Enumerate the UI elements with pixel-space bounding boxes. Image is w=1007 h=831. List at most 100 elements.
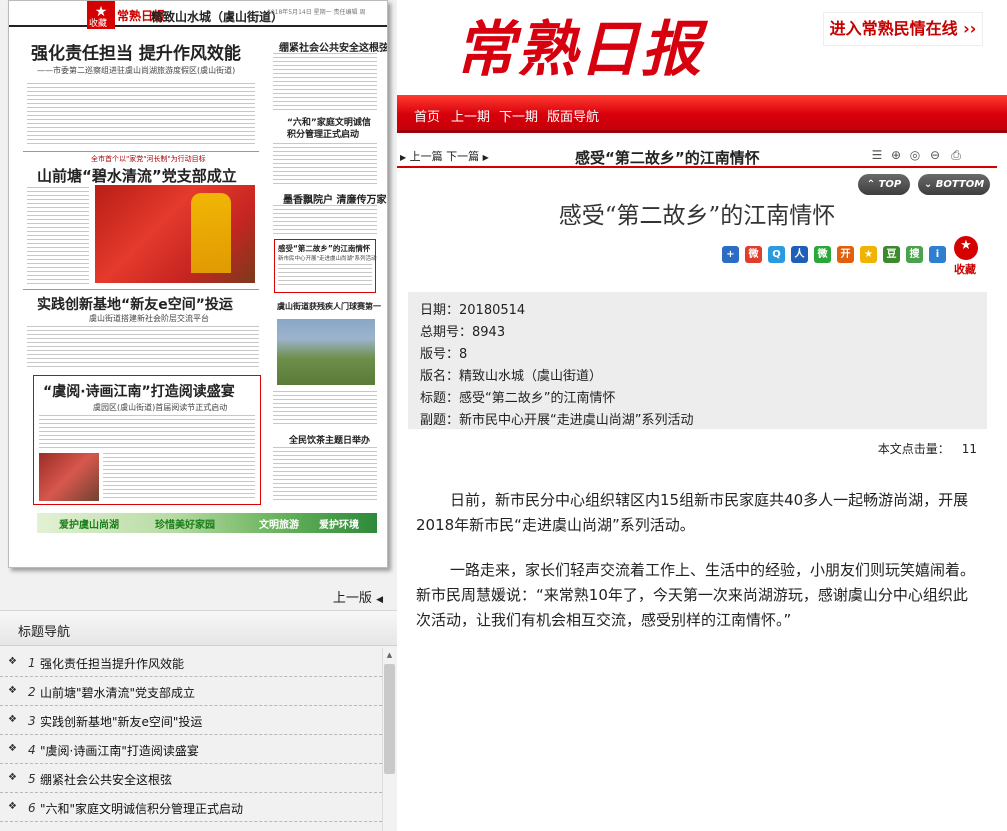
title-nav-item-label[interactable]: "六和"家庭文明诚信积分管理正式启动 — [40, 800, 243, 817]
info-section: 版名：精致山水城（虞山街道） — [420, 365, 602, 384]
page-text-block — [273, 143, 377, 187]
info-total-value: 8943 — [472, 325, 506, 340]
page-photo-small — [39, 453, 99, 501]
title-nav-item-num: 3 — [28, 714, 36, 728]
info-section-label: 版名： — [420, 369, 460, 384]
title-nav-item-num: 4 — [28, 743, 36, 757]
page-sub-3: 虞山街道搭建新社会阶层交流平台 — [89, 314, 209, 323]
left-column: ★ 收藏 常熟日报 精致山水城（虞山街道） 2018年5月14日 星期一 责任编… — [0, 0, 397, 831]
renren-icon[interactable]: 人 — [791, 246, 808, 263]
scroll-up-arrow-icon[interactable]: ▲ — [383, 648, 396, 662]
page-photo-banner — [95, 185, 255, 283]
article-paragraph: 一路走来，家长们轻声交流着工作上、生活中的经验，小朋友们则玩笑嬉闹着。新市民周慧… — [416, 561, 976, 629]
chevron-down-icon: ⌄ — [923, 179, 933, 190]
collect-star-icon[interactable]: ★ — [954, 236, 978, 260]
page-side-headline-4[interactable]: 感受“第二故乡”的江南情怀 — [278, 243, 370, 254]
collect-label[interactable]: 收藏 — [954, 261, 976, 277]
info-date-label: 日期： — [420, 303, 460, 318]
page-text-block — [27, 83, 255, 145]
qzone-icon[interactable]: ★ — [860, 246, 877, 263]
zoom-in-icon[interactable]: ⊕ — [888, 147, 904, 163]
info-title: 标题：感受“第二故乡”的江南情怀 — [420, 387, 616, 406]
article-title: 感受“第二故乡”的江南情怀 — [558, 203, 836, 229]
info-date-value: 20180514 — [459, 303, 526, 318]
title-nav-item[interactable]: ❖ 5 绷紧社会公共安全这根弦 — [0, 764, 382, 793]
prev-edition-label: 上一版 — [332, 591, 372, 606]
nav-home[interactable]: 首页 — [414, 106, 440, 125]
title-nav-item[interactable]: ❖ 4 "虞阅·诗画江南"打造阅读盛宴 — [0, 735, 382, 764]
site-logo[interactable]: 常熟日报 — [455, 8, 703, 92]
title-nav-item[interactable]: ❖ 6 "六和"家庭文明诚信积分管理正式启动 — [0, 793, 382, 822]
top-button-label: TOP — [878, 179, 902, 190]
kaixin-icon[interactable]: 开 — [837, 246, 854, 263]
title-nav-item-label[interactable]: 实践创新基地"新友e空间"投运 — [40, 713, 202, 730]
triangle-right-icon: ▶ — [400, 153, 407, 162]
triangle-left-icon: ◀ — [376, 595, 383, 605]
hit-count: 本文点击量： 11 — [878, 440, 977, 457]
page-sub-1: ——市委第二巡察组进驻虞山尚湖旅游度假区(虞山街道) — [37, 66, 236, 75]
title-nav-item-label[interactable]: 绷紧社会公共安全这根弦 — [40, 771, 172, 788]
tqq-icon[interactable]: Q — [768, 246, 785, 263]
douban-icon[interactable]: 豆 — [883, 246, 900, 263]
article-info-box: 日期：20180514 总期号：8943 版号：8 版名：精致山水城（虞山街道）… — [408, 292, 987, 429]
prev-article-link[interactable]: 上一篇 — [410, 150, 443, 163]
page-headline-2[interactable]: 山前塘“碧水清流”党支部成立 — [37, 165, 237, 186]
main-nav-bar: 首页 上一期 下一期 版面导航 — [397, 95, 1007, 133]
enter-minqing-link[interactable]: 进入常熟民情在线 ›› — [823, 12, 983, 46]
diamond-bullet-icon: ❖ — [8, 801, 17, 812]
title-nav-item[interactable]: ❖ 3 实践创新基地"新友e空间"投运 — [0, 706, 382, 735]
title-nav-item-label[interactable]: 强化责任担当提升作风效能 — [40, 655, 184, 672]
page-side-headline-1[interactable]: 绷紧社会公共安全这根弦 — [279, 39, 387, 54]
banner-text-1: 爱护虞山尚湖 — [59, 520, 119, 531]
page-text-block — [273, 447, 377, 503]
title-nav-list: ❖ 1 强化责任担当提升作风效能 ❖ 2 山前塘"碧水清流"党支部成立 ❖ 3 … — [0, 648, 382, 822]
page-headline-1[interactable]: 强化责任担当 提升作风效能 — [31, 39, 241, 64]
page-side-headline-5[interactable]: 虞山街道获残疾人门球赛第一 — [277, 301, 381, 312]
info-total-label: 总期号： — [420, 325, 473, 340]
zoom-out-icon[interactable]: ⊖ — [927, 147, 943, 163]
print-icon[interactable]: ⎙ — [948, 147, 964, 163]
text-view-icon[interactable]: ☰ — [869, 147, 885, 163]
page-section-name: 精致山水城（虞山街道） — [151, 10, 284, 24]
triangle-right-icon: ▶ — [482, 153, 489, 162]
page-side-headline-6[interactable]: 全民饮茶主题日举办 — [289, 433, 370, 446]
page-sub-4: 虞园区(虞山街道)首届阅读节正式启动 — [93, 403, 228, 412]
page-text-block — [27, 326, 259, 370]
title-nav-item[interactable]: ❖ 1 强化责任担当提升作风效能 — [0, 648, 382, 677]
diamond-bullet-icon: ❖ — [8, 743, 17, 754]
title-nav-item-label[interactable]: "虞阅·诗画江南"打造阅读盛宴 — [40, 742, 199, 759]
scrollbar-thumb[interactable] — [384, 664, 395, 774]
hit-count-value: 11 — [961, 442, 977, 456]
nav-prev-issue[interactable]: 上一期 — [451, 106, 490, 125]
title-nav-item-num: 1 — [28, 656, 36, 670]
add-icon[interactable]: + — [722, 246, 739, 263]
info-section-value: 精致山水城（虞山街道） — [459, 369, 603, 384]
page-side-headline-3[interactable]: 墨香飘院户 清廉传万家 — [283, 191, 386, 206]
title-nav-item[interactable]: ❖ 2 山前塘"碧水清流"党支部成立 — [0, 677, 382, 706]
next-article-link[interactable]: 下一篇 — [446, 150, 479, 163]
nav-layout[interactable]: 版面导航 — [547, 106, 599, 125]
page-photo-group — [277, 319, 375, 385]
title-nav-item-label[interactable]: 山前塘"碧水清流"党支部成立 — [40, 684, 195, 701]
bottom-button[interactable]: ⌄ BOTTOM — [918, 174, 990, 195]
more-icon[interactable]: i — [929, 246, 946, 263]
top-button[interactable]: ⌃ TOP — [858, 174, 910, 195]
page-text-block — [273, 53, 377, 113]
newspaper-page-thumbnail[interactable]: ★ 收藏 常熟日报 精致山水城（虞山街道） 2018年5月14日 星期一 责任编… — [8, 0, 388, 568]
banner-text-3: 文明旅游 — [259, 520, 299, 531]
title-nav-item-num: 6 — [28, 801, 36, 815]
info-date: 日期：20180514 — [420, 299, 525, 318]
zoom-reset-icon[interactable]: ◎ — [907, 147, 923, 163]
prev-edition-link[interactable]: 上一版 ◀ — [333, 587, 383, 606]
page-text-block — [39, 415, 255, 451]
page-headline-4[interactable]: “虞阅·诗画江南”打造阅读盛宴 — [43, 381, 235, 401]
page-headline-3[interactable]: 实践创新基地“新友e空间”投运 — [37, 294, 233, 314]
diamond-bullet-icon: ❖ — [8, 714, 17, 725]
weibo-icon[interactable]: 微 — [745, 246, 762, 263]
title-list-scrollbar[interactable]: ▲ — [382, 648, 395, 831]
page-side-headline-2[interactable]: “六和”家庭文明诚信 积分管理正式启动 — [287, 117, 377, 141]
banner-text-4: 爱护环境 — [319, 520, 359, 531]
wechat-icon[interactable]: 微 — [814, 246, 831, 263]
sohu-icon[interactable]: 搜 — [906, 246, 923, 263]
nav-next-issue[interactable]: 下一期 — [499, 106, 538, 125]
